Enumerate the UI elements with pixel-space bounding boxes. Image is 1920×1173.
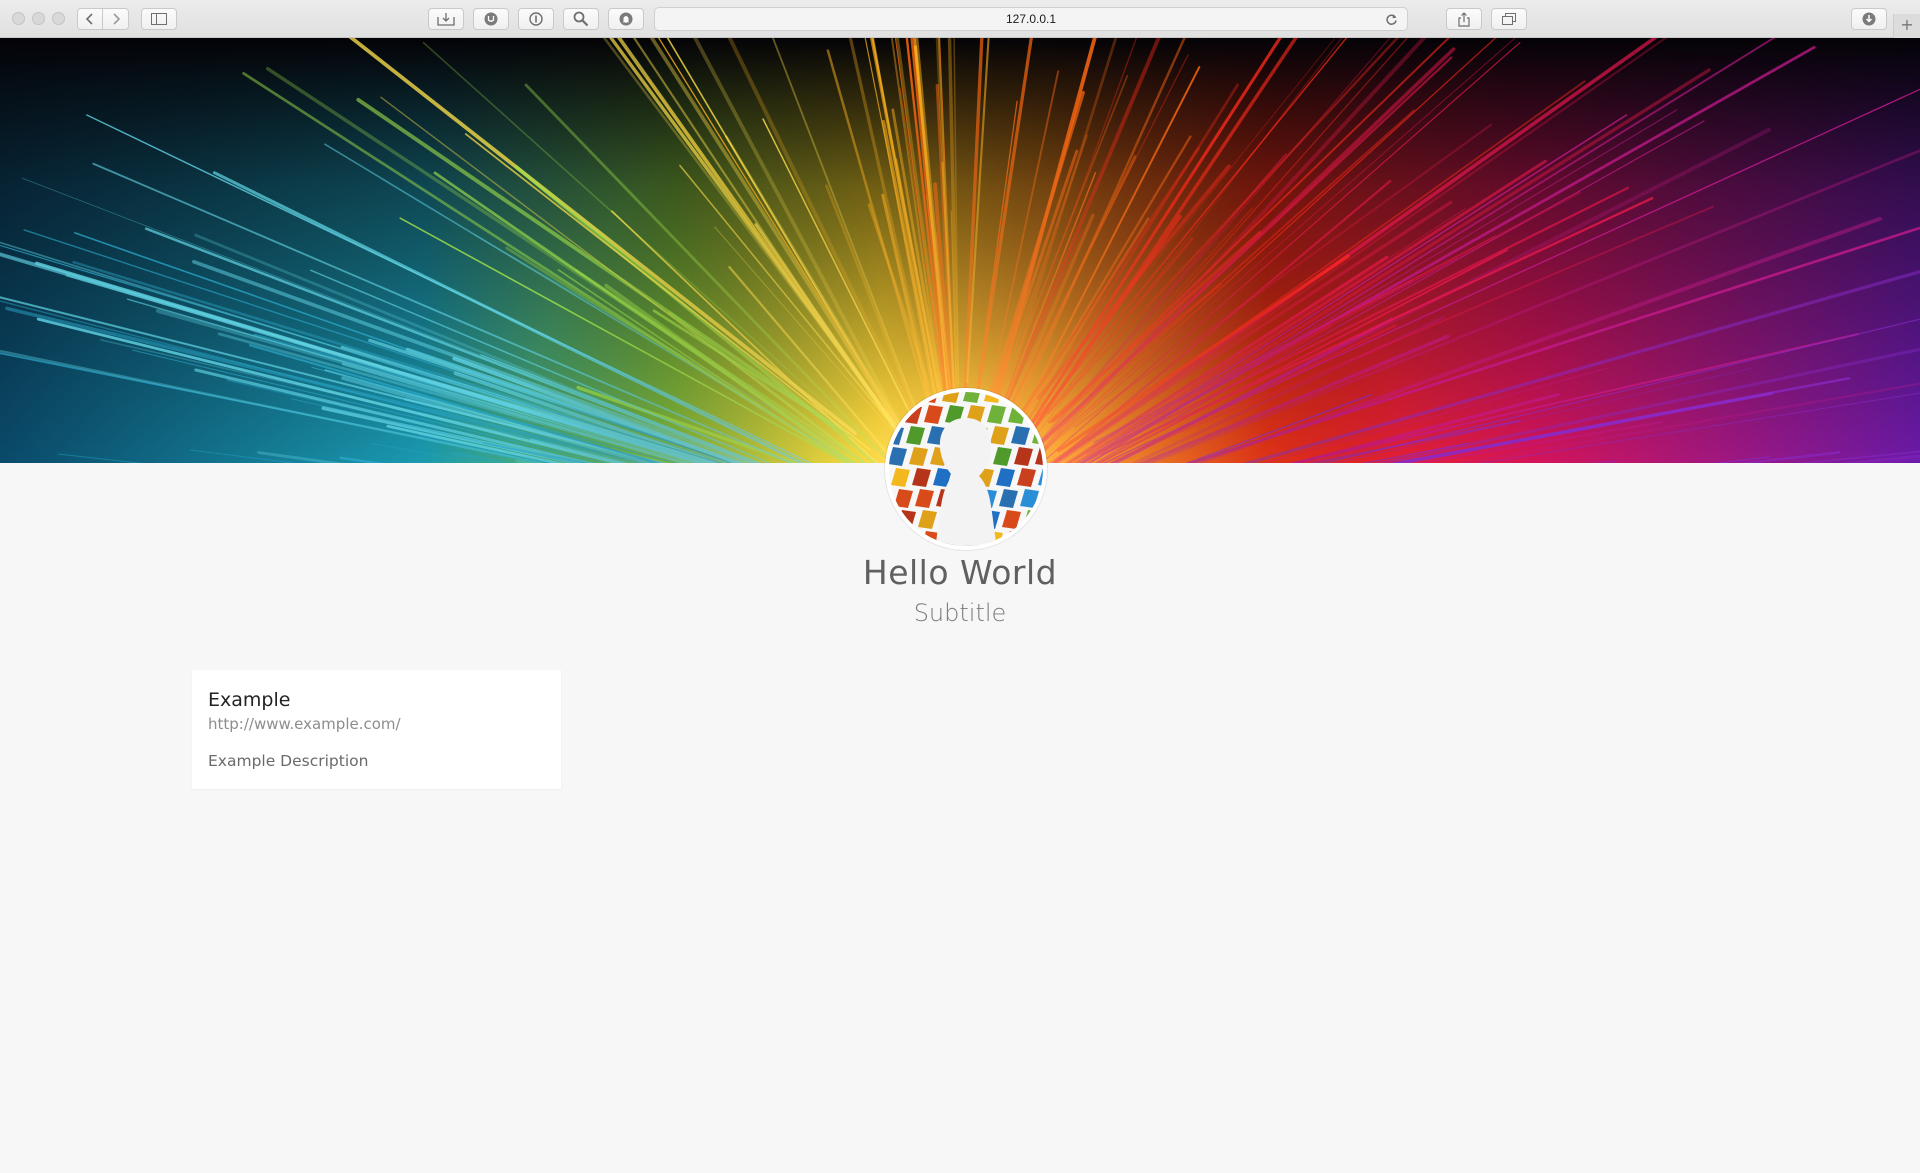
extension-button-1[interactable] [428,8,464,30]
close-window-button[interactable] [12,12,25,25]
extension-button-5[interactable] [608,8,644,30]
link-card-url[interactable]: http://www.example.com/ [208,715,401,733]
new-tab-button[interactable]: + [1893,14,1920,38]
share-button[interactable] [1446,8,1482,30]
ghost-icon [619,12,633,26]
share-icon [1458,11,1470,27]
link-card-title[interactable]: Example [208,689,290,711]
shield-u-icon [484,12,498,26]
address-bar-text: 127.0.0.1 [1005,12,1057,26]
sidebar-icon [151,13,167,25]
avatar [885,388,1047,550]
magnifier-icon [573,11,589,27]
browser-toolbar: 127.0.0.1 + [0,0,1920,38]
minimize-window-button[interactable] [32,12,45,25]
chevron-left-icon [85,13,93,25]
tabs-overview-button[interactable] [1491,8,1527,30]
reload-icon[interactable] [1385,13,1398,26]
avatar-image [885,388,1047,550]
inbox-icon [437,13,455,26]
download-icon [1862,12,1876,26]
extension-button-4[interactable] [563,8,599,30]
profile-subtitle: Subtitle [913,599,1007,627]
tabs-overview-icon [1502,13,1516,25]
info-circle-icon [529,12,543,26]
sidebar-button[interactable] [141,8,177,30]
address-bar[interactable]: 127.0.0.1 [654,7,1408,31]
chevron-right-icon [112,13,120,25]
profile-name: Hello World [862,553,1058,592]
back-button[interactable] [77,8,103,30]
zoom-window-button[interactable] [52,12,65,25]
forward-button[interactable] [103,8,129,30]
link-card[interactable]: Example http://www.example.com/ Example … [192,670,561,789]
extension-button-2[interactable] [473,8,509,30]
extension-button-3[interactable] [518,8,554,30]
link-card-description: Example Description [208,752,369,770]
downloads-button[interactable] [1851,8,1887,30]
